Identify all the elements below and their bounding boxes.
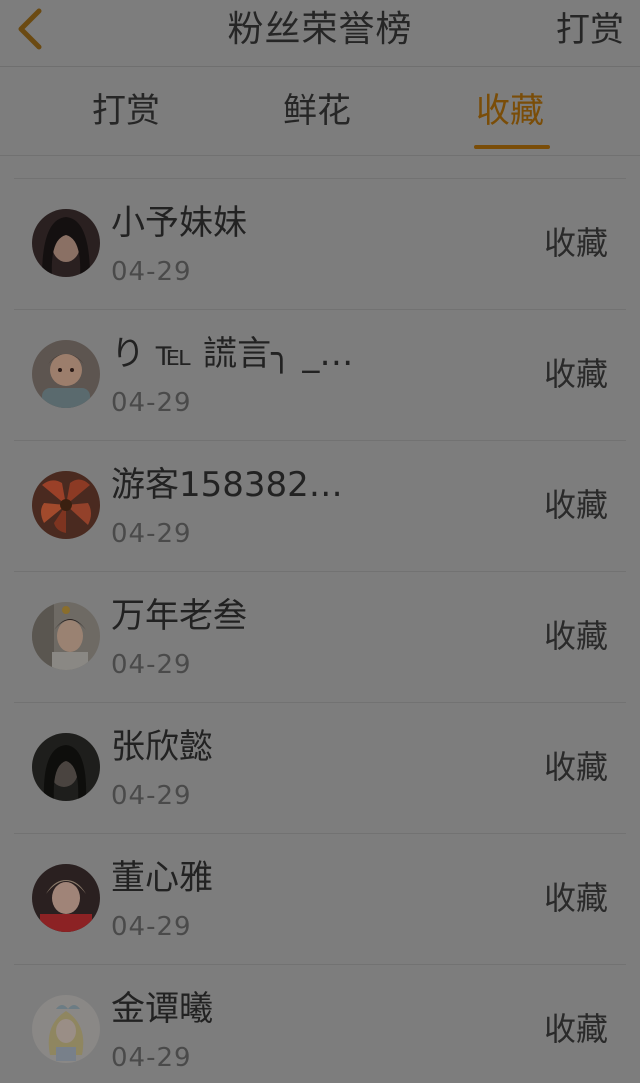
list-item[interactable]: 张欣懿 04-29 收藏 <box>14 703 626 834</box>
list-item[interactable]: 万年老叁 04-29 收藏 <box>14 572 626 703</box>
avatar <box>32 995 100 1063</box>
fan-date: 04-29 <box>111 388 192 418</box>
fan-name: 万年老叁 <box>111 596 247 636</box>
list-item[interactable]: 小予妹妹 04-29 收藏 <box>14 179 626 310</box>
avatar <box>32 602 100 670</box>
tab-favorites[interactable]: 收藏 <box>476 91 544 131</box>
tab-tip[interactable]: 打赏 <box>92 91 160 131</box>
avatar <box>32 733 100 801</box>
list-item[interactable]: 金谭曦 04-29 收藏 <box>14 965 626 1083</box>
fan-date: 04-29 <box>111 650 192 680</box>
page-title: 粉丝荣誉榜 <box>227 9 413 50</box>
tab-flowers[interactable]: 鲜花 <box>283 91 351 131</box>
fan-date: 04-29 <box>111 257 192 287</box>
fan-action-label: 收藏 <box>543 617 608 655</box>
list-item[interactable]: 游客158382… 04-29 收藏 <box>14 441 626 572</box>
fan-action-label: 收藏 <box>543 355 608 393</box>
fan-name: 游客158382… <box>111 465 343 505</box>
fan-name: 董心雅 <box>111 858 213 898</box>
fan-date: 04-29 <box>111 519 192 549</box>
avatar <box>32 864 100 932</box>
fan-action-label: 收藏 <box>543 748 608 786</box>
active-tab-indicator <box>474 145 550 149</box>
fan-action-label: 收藏 <box>543 1010 608 1048</box>
top-nav-bar: 粉丝荣誉榜 打赏 <box>0 0 640 67</box>
fan-date: 04-29 <box>111 912 192 942</box>
avatar <box>32 471 100 539</box>
fan-name: 张欣懿 <box>111 727 213 767</box>
fan-action-label: 收藏 <box>543 486 608 524</box>
fan-list: 小予妹妹 04-29 收藏 り ℡ 謊言╮ _… 04-29 收藏 游客1583… <box>0 179 640 1083</box>
list-item[interactable]: り ℡ 謊言╮ _… 04-29 收藏 <box>14 310 626 441</box>
fan-action-label: 收藏 <box>543 879 608 917</box>
avatar <box>32 209 100 277</box>
list-item[interactable]: 董心雅 04-29 收藏 <box>14 834 626 965</box>
fan-date: 04-29 <box>111 781 192 811</box>
tip-button[interactable]: 打赏 <box>556 10 624 50</box>
ranking-tabs: 打赏 鲜花 收藏 <box>0 67 640 156</box>
fan-date: 04-29 <box>111 1043 192 1073</box>
app-screen: 粉丝荣誉榜 打赏 打赏 鲜花 收藏 小予妹妹 04-29 收藏 り ℡ 謊言╮ … <box>0 0 640 1083</box>
fan-name: り ℡ 謊言╮ _… <box>111 334 354 374</box>
fan-name: 小予妹妹 <box>111 203 247 243</box>
fan-action-label: 收藏 <box>543 224 608 262</box>
avatar <box>32 340 100 408</box>
fan-name: 金谭曦 <box>111 989 213 1029</box>
